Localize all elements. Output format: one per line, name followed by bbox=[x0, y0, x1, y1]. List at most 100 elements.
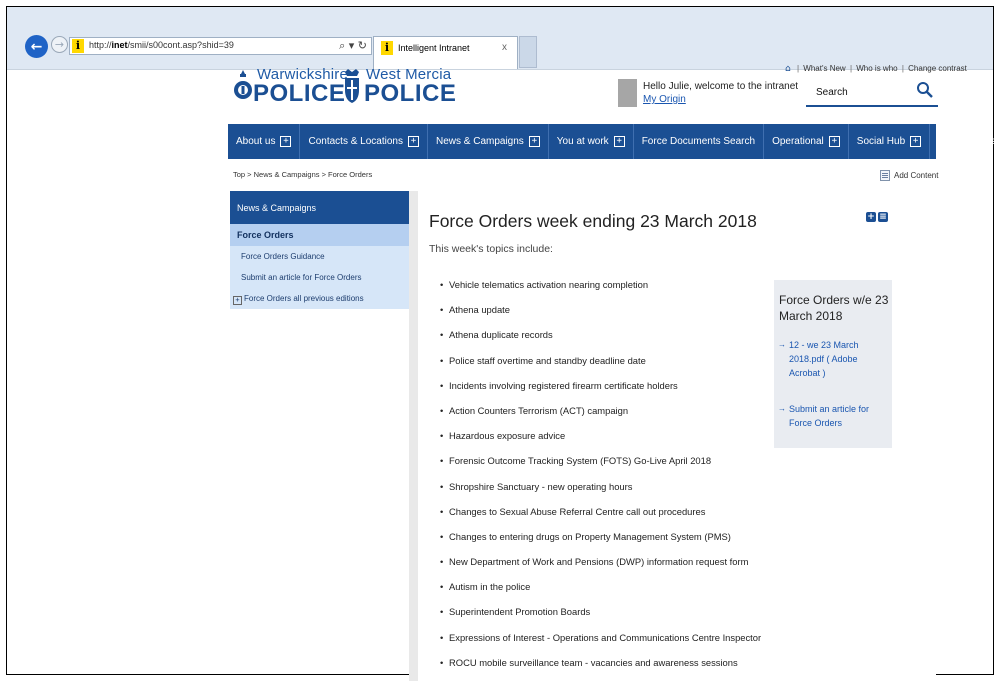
nav-label: Contacts & Locations bbox=[308, 136, 403, 147]
new-tab-button[interactable] bbox=[519, 36, 537, 68]
welcome-text: Hello Julie, welcome to the intranet bbox=[643, 81, 799, 92]
nav-label: News & Campaigns bbox=[435, 136, 524, 147]
related-documents-box: Force Orders w/e 23 March 2018 → 12 - we… bbox=[774, 280, 892, 448]
bullet-icon: • bbox=[440, 480, 444, 492]
pdf-download-link[interactable]: → 12 - we 23 March 2018.pdf ( Adobe Acro… bbox=[778, 338, 886, 380]
nav-force-documents-search[interactable]: Force Documents Search bbox=[634, 124, 765, 159]
my-origin-link[interactable]: My Origin bbox=[643, 94, 686, 105]
bullet-icon: • bbox=[440, 404, 444, 416]
nav-about-us[interactable]: About us + bbox=[228, 124, 301, 159]
add-content-button[interactable]: Add Content bbox=[880, 170, 938, 181]
list-item: • Shropshire Sanctuary - new operating ho… bbox=[440, 481, 761, 506]
expand-plus-icon[interactable]: + bbox=[233, 296, 242, 305]
bullet-icon: • bbox=[440, 556, 444, 568]
list-menu-icon[interactable]: ≡ bbox=[878, 212, 888, 222]
sidebar-heading[interactable]: News & Campaigns bbox=[230, 191, 409, 224]
main-navigation: About us + Contacts & Locations + News & C… bbox=[228, 124, 995, 159]
topic-text: Hazardous exposure advice bbox=[449, 430, 566, 442]
sidebar-current-item[interactable]: Force Orders bbox=[230, 224, 409, 246]
avatar[interactable] bbox=[618, 79, 637, 107]
change-contrast-link[interactable]: Change contrast bbox=[908, 64, 967, 73]
topic-text: Police staff overtime and standby deadli… bbox=[449, 354, 646, 366]
police-logo[interactable]: Warwickshire POLICE West Mercia POLICE bbox=[230, 60, 490, 120]
left-sidebar: News & Campaigns Force Orders Force Orde… bbox=[230, 191, 409, 309]
sidebar-item-guidance[interactable]: Force Orders Guidance bbox=[230, 246, 409, 267]
expand-plus-icon[interactable]: + bbox=[866, 212, 876, 222]
topic-text: Changes to entering drugs on Property Ma… bbox=[449, 530, 731, 542]
who-is-who-link[interactable]: Who is who bbox=[856, 64, 897, 73]
bullet-icon: • bbox=[440, 455, 444, 467]
home-icon[interactable]: ⌂ bbox=[785, 64, 791, 74]
bullet-icon: • bbox=[440, 354, 444, 366]
url-prefix: http:// bbox=[89, 40, 112, 50]
url-text[interactable]: http://inet/smii/s00cont.asp?shid=39 bbox=[89, 40, 234, 50]
arrow-right-icon: → bbox=[778, 404, 786, 413]
logo-left-main: POLICE bbox=[253, 80, 346, 107]
related-title: Force Orders w/e 23 March 2018 bbox=[779, 293, 889, 323]
list-item: • Autism in the police bbox=[440, 581, 761, 606]
site-favicon-icon: i bbox=[72, 39, 84, 53]
separator: | bbox=[849, 64, 853, 73]
nav-operational[interactable]: Operational + bbox=[764, 124, 849, 159]
nav-you-at-work[interactable]: You at work + bbox=[549, 124, 634, 159]
content-gutter bbox=[409, 191, 418, 681]
back-arrow-icon[interactable]: ← bbox=[25, 35, 48, 58]
nav-contacts-locations[interactable]: Contacts & Locations + bbox=[300, 124, 428, 159]
url-host: inet bbox=[111, 40, 128, 50]
topic-text: Vehicle telematics activation nearing co… bbox=[449, 279, 649, 290]
expand-plus-icon[interactable]: + bbox=[407, 136, 419, 147]
list-item: • ROCU mobile surveillance team - vacanci… bbox=[440, 657, 761, 682]
address-bar[interactable]: i http://inet/smii/s00cont.asp?shid=39 ⌕… bbox=[69, 37, 372, 55]
list-item: • Expressions of Interest - Operations an… bbox=[440, 632, 761, 657]
address-tools-icon[interactable]: ⌕ ▾ ↻ bbox=[339, 39, 367, 53]
list-item: • New Department of Work and Pensions (DW… bbox=[440, 556, 761, 581]
sidebar-item-submit-article[interactable]: Submit an article for Force Orders bbox=[230, 267, 409, 288]
tab-close-icon[interactable]: x bbox=[502, 42, 507, 53]
breadcrumb[interactable]: Top > News & Campaigns > Force Orders bbox=[233, 170, 372, 179]
whats-new-link[interactable]: What's New bbox=[803, 64, 845, 73]
expand-plus-icon[interactable]: + bbox=[280, 136, 292, 147]
logo-right-main: POLICE bbox=[364, 80, 457, 107]
topic-text: Athena duplicate records bbox=[449, 329, 553, 341]
list-item: • Superintendent Promotion Boards bbox=[440, 606, 761, 631]
submit-article-link[interactable]: → Submit an article for Force Orders bbox=[778, 402, 886, 430]
nav-news-campaigns[interactable]: News & Campaigns + bbox=[428, 124, 549, 159]
list-item: • Vehicle telematics activation nearing c… bbox=[440, 279, 761, 304]
west-mercia-crest-icon bbox=[345, 69, 359, 103]
bullet-icon: • bbox=[440, 329, 444, 341]
list-item: • Hazardous exposure advice bbox=[440, 430, 761, 455]
topic-text: Expressions of Interest - Operations and… bbox=[449, 631, 762, 643]
list-item: • Police staff overtime and standby deadl… bbox=[440, 355, 761, 380]
nav-social-hub[interactable]: Social Hub + bbox=[849, 124, 931, 159]
nav-departments[interactable]: Departments+ bbox=[930, 124, 1000, 159]
expand-plus-icon[interactable]: + bbox=[910, 136, 922, 147]
warwickshire-crest-icon bbox=[234, 70, 252, 99]
search-icon[interactable] bbox=[916, 81, 934, 99]
topic-text: Superintendent Promotion Boards bbox=[449, 606, 591, 618]
sidebar-item-label: Force Orders all previous editions bbox=[244, 294, 364, 303]
list-item: • Changes to entering drugs on Property M… bbox=[440, 531, 761, 556]
bullet-icon: • bbox=[440, 581, 444, 593]
browser-toolbar: ← → i http://inet/smii/s00cont.asp?shid=… bbox=[7, 7, 993, 70]
utility-links: ⌂ | What's New | Who is who | Change con… bbox=[785, 64, 967, 74]
forward-arrow-icon[interactable]: → bbox=[51, 36, 68, 53]
bullet-icon: • bbox=[440, 606, 444, 618]
nav-label: Departments bbox=[938, 136, 996, 147]
search-input[interactable]: Search bbox=[806, 80, 938, 107]
nav-label: You at work bbox=[556, 136, 609, 147]
nav-label: About us bbox=[236, 136, 276, 147]
page-tools: + ≡ bbox=[866, 212, 888, 222]
sidebar-item-previous-editions[interactable]: + Force Orders all previous editions bbox=[230, 288, 409, 309]
document-icon bbox=[880, 170, 890, 181]
intro-text: This week's topics include: bbox=[429, 243, 553, 255]
expand-plus-icon[interactable]: + bbox=[613, 136, 625, 147]
topic-text: Changes to Sexual Abuse Referral Centre … bbox=[449, 505, 706, 517]
expand-plus-icon[interactable]: + bbox=[528, 136, 540, 147]
list-item: • Action Counters Terrorism (ACT) campaig… bbox=[440, 405, 761, 430]
topic-text: Autism in the police bbox=[449, 581, 531, 593]
expand-plus-icon[interactable]: + bbox=[828, 136, 840, 147]
add-content-label: Add Content bbox=[894, 171, 939, 180]
topic-text: New Department of Work and Pensions (DWP… bbox=[449, 556, 749, 568]
sidebar-submenu: Force Orders Guidance Submit an article … bbox=[230, 246, 409, 309]
list-item: • Forensic Outcome Tracking System (FOTS)… bbox=[440, 455, 761, 480]
